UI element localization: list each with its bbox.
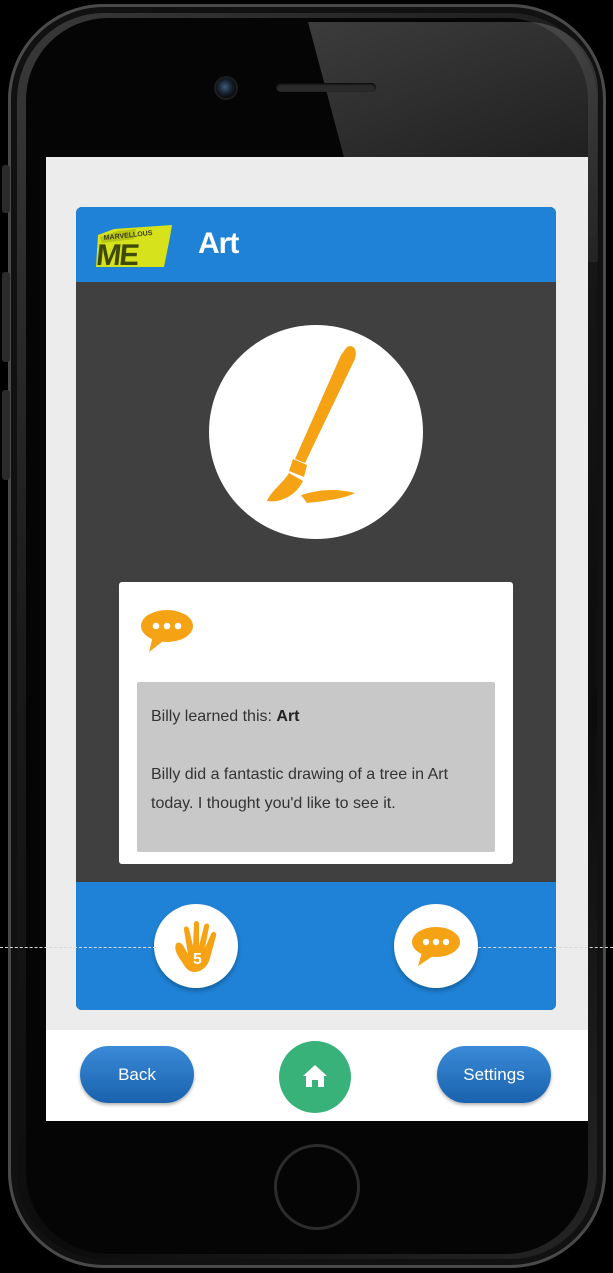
hardware-home-button[interactable] (274, 1144, 360, 1230)
paintbrush-icon (267, 346, 356, 503)
home-icon (303, 1065, 327, 1087)
svg-text:5: 5 (193, 951, 202, 968)
card-action-bar: 5 (76, 882, 556, 1010)
mute-switch (2, 165, 10, 213)
subject-card: MARVELLOUS ME Art Billy learned this: Ar… (76, 207, 556, 1010)
settings-button[interactable]: Settings (437, 1046, 551, 1103)
learned-subject: Art (276, 708, 300, 725)
app-screen: MARVELLOUS ME Art Billy learned this: Ar… (46, 157, 588, 1121)
home-button[interactable] (279, 1041, 351, 1113)
subject-badge (209, 325, 423, 539)
speech-bubble-icon (141, 610, 193, 652)
guide-line-right (478, 947, 613, 948)
comment-button[interactable] (394, 904, 478, 988)
high-five-button[interactable]: 5 (154, 904, 238, 988)
volume-up-button (2, 272, 10, 362)
learned-prefix: Billy learned this: (151, 708, 277, 725)
guide-line-left (0, 947, 156, 948)
message-text-panel: Billy learned this: Art Billy did a fant… (137, 682, 495, 852)
message-body: Billy did a fantastic drawing of a tree … (151, 766, 449, 812)
earpiece-speaker (276, 83, 376, 92)
card-header: MARVELLOUS ME Art (76, 207, 556, 282)
bottom-nav: Back Settings (46, 1030, 588, 1121)
high-five-hand-icon: 5 (175, 921, 217, 972)
front-camera (216, 78, 236, 98)
svg-text:ME: ME (95, 239, 140, 271)
marvellousme-logo: MARVELLOUS ME (94, 221, 174, 272)
message-card: Billy learned this: Art Billy did a fant… (119, 582, 513, 864)
learned-line: Billy learned this: Art (151, 702, 481, 731)
back-button[interactable]: Back (80, 1046, 194, 1103)
volume-down-button (2, 390, 10, 480)
page-title: Art (198, 227, 239, 260)
speech-bubble-icon (412, 927, 460, 966)
